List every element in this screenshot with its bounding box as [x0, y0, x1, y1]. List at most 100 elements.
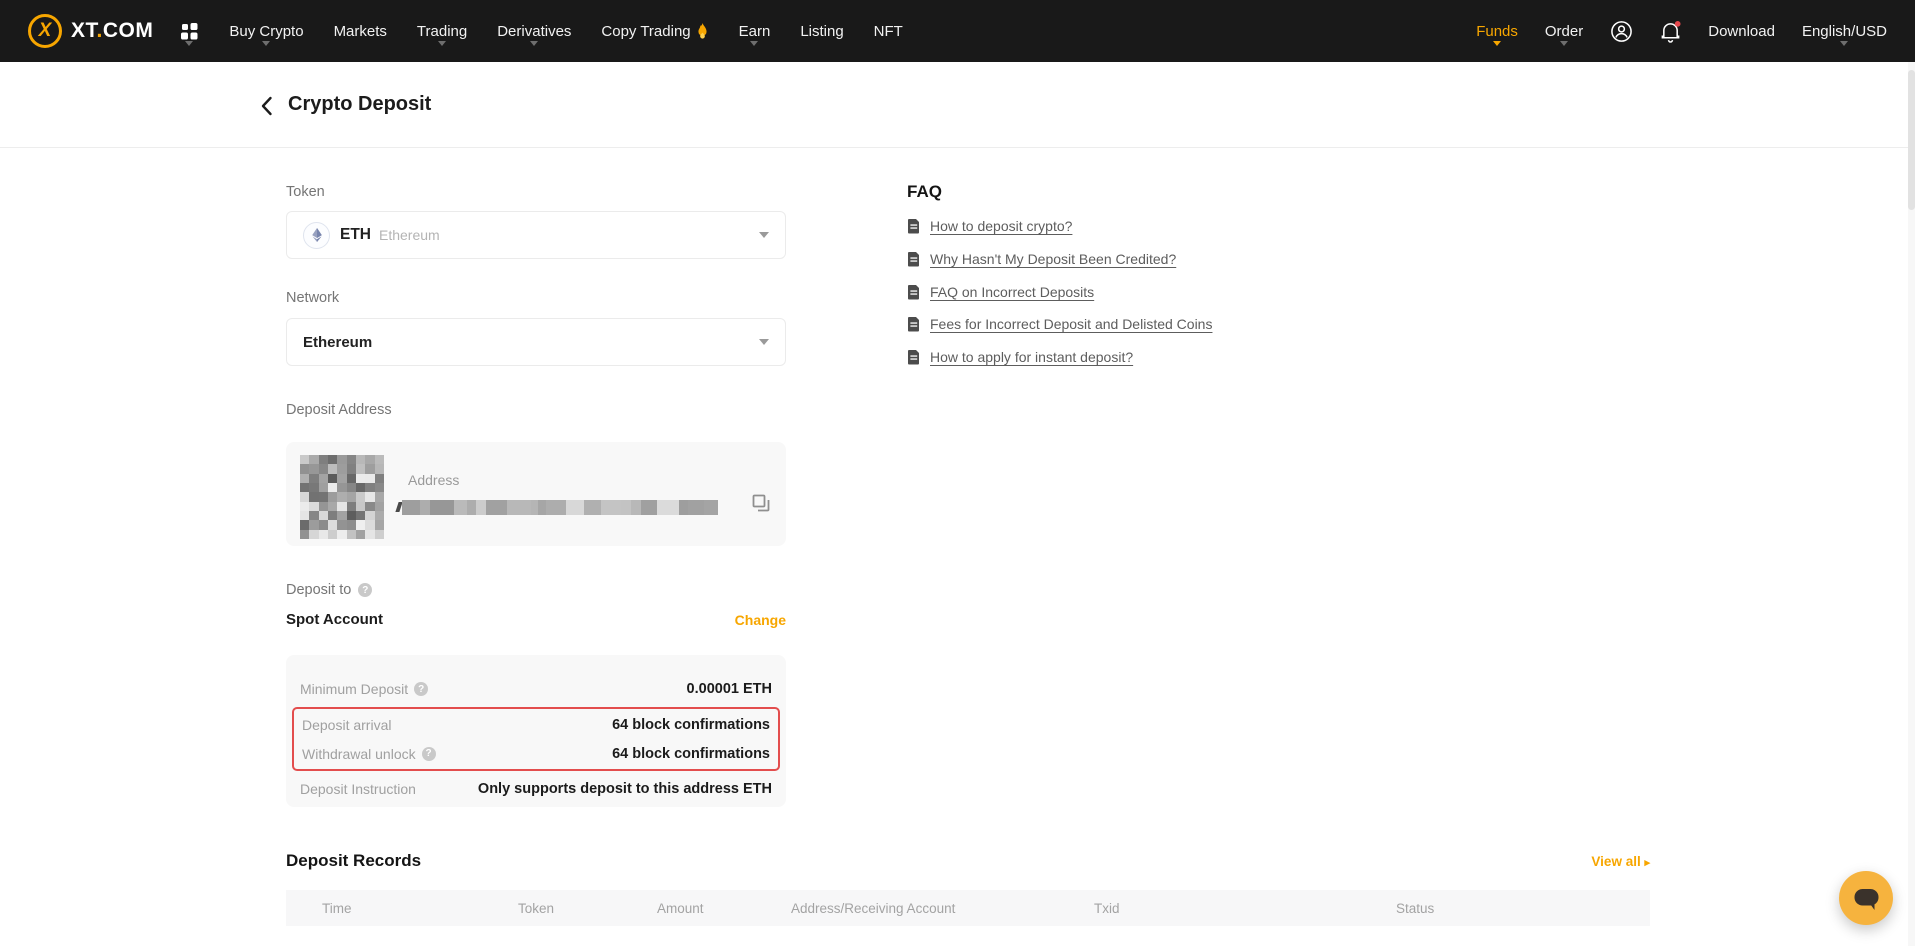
nav-item-funds[interactable]: Funds [1476, 0, 1518, 62]
nav-label: NFT [874, 23, 903, 40]
records-table-header: Time Token Amount Address/Receiving Acco… [286, 890, 1650, 926]
nav-item-derivatives[interactable]: Derivatives [497, 0, 571, 62]
arrow-right-icon: ▸ [1644, 857, 1650, 869]
network-value: Ethereum [303, 334, 372, 351]
withdrawal-unlock-value: 64 block confirmations [612, 746, 770, 762]
faq-title: FAQ [907, 182, 942, 202]
token-symbol: ETH [340, 226, 371, 244]
document-icon [907, 317, 921, 332]
apps-grid-glyph [179, 21, 199, 41]
help-icon[interactable]: ? [358, 583, 372, 597]
deposit-records-title: Deposit Records [286, 851, 421, 871]
chevron-down-icon [759, 339, 769, 345]
xt-logo-icon: X [28, 14, 62, 48]
chevron-down-icon [262, 41, 270, 46]
deposit-account-value: Spot Account [286, 611, 383, 628]
apps-grid-icon[interactable] [179, 0, 199, 62]
deposit-arrival-row: Deposit arrival 64 block confirmations [294, 710, 778, 739]
faq-link-label: How to apply for instant deposit? [930, 349, 1133, 365]
column-amount: Amount [657, 901, 791, 916]
nav-item-buy-crypto[interactable]: Buy Crypto [229, 0, 303, 62]
nav-label: Markets [334, 23, 387, 40]
deposit-instruction-row: Deposit Instruction Only supports deposi… [292, 774, 780, 804]
deposit-account-row: Spot Account Change [286, 611, 786, 628]
network-select[interactable]: Ethereum [286, 318, 786, 366]
copy-icon [750, 492, 772, 514]
deposit-details-card: Minimum Deposit? 0.00001 ETH Deposit arr… [286, 655, 786, 807]
nav-item-trading[interactable]: Trading [417, 0, 467, 62]
chevron-down-icon [438, 41, 446, 46]
eth-icon [303, 222, 330, 249]
deposit-to-row: Deposit to ? [286, 582, 372, 598]
deposit-address-label: Deposit Address [286, 402, 392, 418]
xt-logo-text: XT.COM [71, 19, 153, 43]
nav-label: Copy Trading [601, 23, 690, 40]
minimum-deposit-row: Minimum Deposit? 0.00001 ETH [292, 674, 780, 704]
language-currency-selector[interactable]: English/USD [1802, 0, 1887, 62]
support-chat-button[interactable] [1839, 871, 1893, 925]
nav-item-earn[interactable]: Earn [739, 0, 771, 62]
top-navigation: X XT.COM Buy Crypto Markets Trading Deri… [0, 0, 1915, 62]
scrollbar-track[interactable] [1908, 62, 1915, 946]
minimum-deposit-value: 0.00001 ETH [687, 681, 772, 697]
deposit-instruction-value: Only supports deposit to this address ET… [478, 781, 772, 797]
page-title: Crypto Deposit [288, 93, 431, 116]
faq-link-label: Why Hasn't My Deposit Been Credited? [930, 251, 1176, 267]
scrollbar-thumb[interactable] [1908, 70, 1915, 210]
view-all-button[interactable]: View all ▸ [1591, 854, 1650, 869]
account-button[interactable] [1610, 0, 1633, 62]
faq-link-label: How to deposit crypto? [930, 218, 1072, 234]
copy-address-button[interactable] [750, 492, 772, 519]
faq-link-incorrect-deposits[interactable]: FAQ on Incorrect Deposits [907, 284, 1094, 300]
help-icon[interactable]: ? [414, 682, 428, 696]
address-field-label: Address [408, 472, 459, 488]
minimum-deposit-label: Minimum Deposit [300, 681, 408, 697]
nav-right-group: Funds Order [1449, 0, 1887, 62]
nav-item-order[interactable]: Order [1545, 0, 1583, 62]
change-account-button[interactable]: Change [735, 612, 786, 628]
column-status: Status [1396, 901, 1650, 916]
notification-dot [1675, 21, 1681, 27]
chevron-left-icon [260, 96, 273, 116]
back-button[interactable] [260, 95, 282, 117]
chevron-down-icon [185, 41, 193, 46]
chevron-down-icon [1560, 41, 1568, 46]
nav-item-listing[interactable]: Listing [800, 0, 843, 62]
faq-link-instant-deposit[interactable]: How to apply for instant deposit? [907, 349, 1133, 365]
help-icon[interactable]: ? [422, 747, 436, 761]
nav-item-download[interactable]: Download [1708, 0, 1775, 62]
column-address: Address/Receiving Account [791, 901, 1094, 916]
column-time: Time [322, 901, 518, 916]
confirmation-highlight-box: Deposit arrival 64 block confirmations W… [292, 707, 780, 771]
column-token: Token [518, 901, 657, 916]
nav-item-nft[interactable]: NFT [874, 0, 903, 62]
deposit-arrival-label: Deposit arrival [302, 717, 391, 733]
chat-icon [1853, 886, 1880, 911]
nav-label: Funds [1476, 23, 1518, 40]
nav-label: English/USD [1802, 23, 1887, 40]
notifications-button[interactable] [1660, 0, 1681, 62]
nav-label: Derivatives [497, 23, 571, 40]
nav-item-markets[interactable]: Markets [334, 0, 387, 62]
faq-link-how-to-deposit[interactable]: How to deposit crypto? [907, 218, 1072, 234]
faq-link-fees-delisted-coins[interactable]: Fees for Incorrect Deposit and Delisted … [907, 316, 1212, 332]
deposit-instruction-label: Deposit Instruction [300, 781, 416, 797]
token-select[interactable]: ETH Ethereum [286, 211, 786, 259]
faq-link-deposit-not-credited[interactable]: Why Hasn't My Deposit Been Credited? [907, 251, 1176, 267]
chevron-down-icon [750, 41, 758, 46]
xt-logo[interactable]: X XT.COM [28, 14, 153, 48]
nav-item-copy-trading[interactable]: Copy Trading [601, 0, 708, 62]
withdrawal-unlock-label: Withdrawal unlock [302, 746, 416, 762]
chevron-down-icon [759, 232, 769, 238]
nav-label: Listing [800, 23, 843, 40]
document-icon [907, 350, 921, 365]
chevron-down-icon [530, 41, 538, 46]
nav-label: Earn [739, 23, 771, 40]
chevron-down-icon [1493, 41, 1501, 46]
deposit-to-label: Deposit to [286, 582, 351, 598]
user-icon [1610, 20, 1633, 43]
deposit-records-header: Deposit Records View all ▸ [286, 848, 1650, 874]
deposit-address-card: Address [286, 442, 786, 546]
chevron-down-icon [1840, 41, 1848, 46]
deposit-records-section: Deposit Records View all ▸ Time Token Am… [286, 848, 1650, 926]
